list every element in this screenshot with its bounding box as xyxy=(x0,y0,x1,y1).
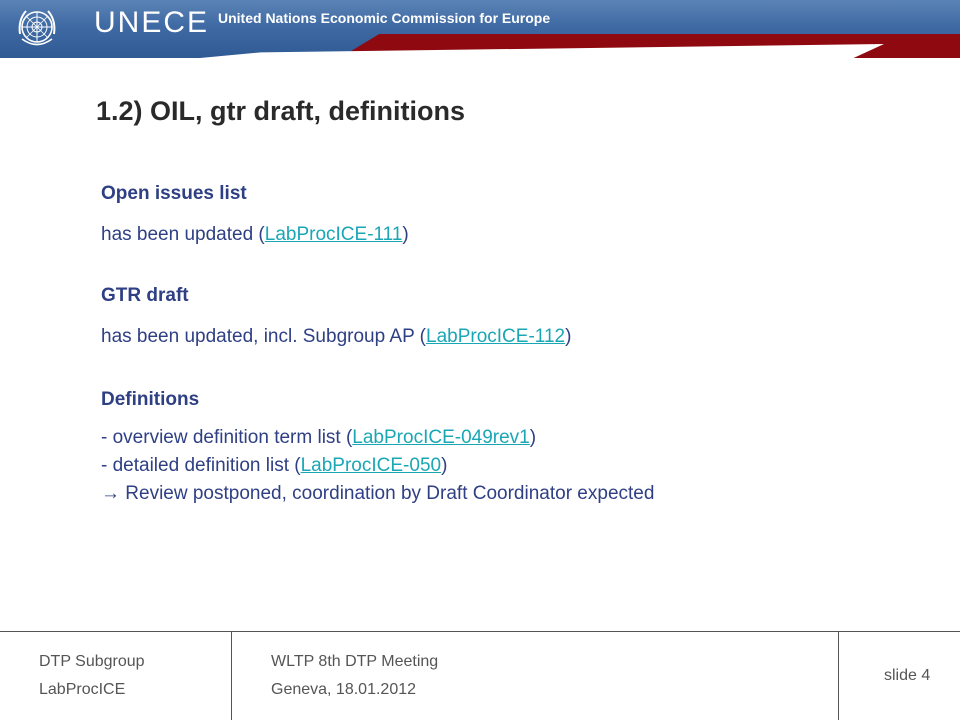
link-labprocice-111[interactable]: LabProcICE-111 xyxy=(265,224,403,245)
footer-column-divider xyxy=(231,632,232,720)
text-segment: ) xyxy=(529,427,537,448)
text-segment: has been updated, incl. Subgroup AP ( xyxy=(101,326,427,347)
footer-subgroup-name: LabProcICE xyxy=(39,681,126,698)
slide-title: 1.2) OIL, gtr draft, definitions xyxy=(96,96,466,126)
definition-line-3: → Review postponed, coordination by Draf… xyxy=(101,480,921,508)
section-gtr-draft: GTR draft has been updated, incl. Subgro… xyxy=(101,284,921,351)
header-banner: UNECE United Nations Economic Commission… xyxy=(0,0,960,58)
text-segment: has been updated ( xyxy=(101,224,265,245)
definition-line-1: - overview definition term list (LabProc… xyxy=(101,424,921,452)
arrow-right-icon: → xyxy=(101,483,120,504)
footer-divider xyxy=(0,631,960,632)
footer-column-divider xyxy=(838,632,839,720)
link-labprocice-049rev1[interactable]: LabProcICE-049rev1 xyxy=(352,427,529,448)
section-text: has been updated, incl. Subgroup AP (Lab… xyxy=(101,323,921,351)
text-segment: ) xyxy=(565,326,572,347)
text-segment: - detailed definition list ( xyxy=(101,455,301,476)
text-segment: Review postponed, coordination by Draft … xyxy=(120,483,655,504)
slide-content: Open issues list has been updated (LabPr… xyxy=(101,182,921,508)
footer-meeting-date: Geneva, 18.01.2012 xyxy=(271,681,417,698)
definition-line-2: - detailed definition list (LabProcICE-0… xyxy=(101,452,921,480)
footer-middle: WLTP 8th DTP Meeting Geneva, 18.01.2012 xyxy=(271,648,438,704)
section-open-issues: Open issues list has been updated (LabPr… xyxy=(101,182,921,249)
section-heading: GTR draft xyxy=(101,285,189,306)
brand-subtitle: United Nations Economic Commission for E… xyxy=(218,10,551,26)
section-heading: Open issues list xyxy=(101,183,247,204)
text-segment: ) xyxy=(402,224,409,245)
slide-number: slide 4 xyxy=(884,667,931,684)
un-emblem-icon xyxy=(18,10,56,46)
brand-name: UNECE xyxy=(94,6,210,39)
section-text: has been updated (LabProcICE-111) xyxy=(101,221,921,249)
link-labprocice-112[interactable]: LabProcICE-112 xyxy=(426,326,565,347)
footer-group-name: DTP Subgroup xyxy=(39,653,145,670)
footer-meeting-name: WLTP 8th DTP Meeting xyxy=(271,653,439,670)
text-segment: - overview definition term list ( xyxy=(101,427,353,448)
link-labprocice-050[interactable]: LabProcICE-050 xyxy=(301,455,441,476)
section-definitions: Definitions - overview definition term l… xyxy=(101,388,921,508)
footer-left: DTP Subgroup LabProcICE xyxy=(39,648,145,704)
text-segment: ) xyxy=(441,455,448,476)
section-heading: Definitions xyxy=(101,389,200,410)
